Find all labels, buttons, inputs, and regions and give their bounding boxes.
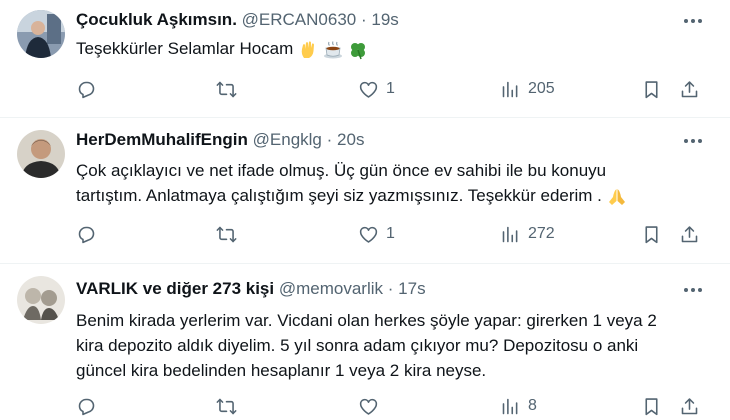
tweet-line: güncel kira bedelinden hesaplanır 1 veya…	[76, 361, 487, 380]
tweet-header: HerDemMuhalifEngin @Engklg · 20s	[76, 130, 364, 150]
heart-icon	[359, 226, 378, 243]
timestamp[interactable]: 17s	[398, 279, 425, 298]
separator: ·	[326, 130, 333, 149]
views-button[interactable]: 205	[500, 77, 555, 101]
heart-icon	[359, 81, 378, 98]
heart-icon	[359, 398, 378, 415]
like-button[interactable]: 1	[358, 77, 395, 101]
retweet-icon	[216, 81, 237, 97]
retweet-button[interactable]	[216, 222, 244, 246]
tweet-line: Benim kirada yerlerim var. Vicdani olan …	[76, 311, 657, 330]
bookmark-icon	[645, 80, 658, 98]
view-count: 8	[528, 397, 537, 414]
avatar[interactable]	[17, 10, 65, 58]
more-options-icon[interactable]	[682, 11, 704, 31]
tweet-actions: 1 205	[66, 77, 716, 101]
bookmark-icon	[645, 225, 658, 243]
reply-icon	[78, 398, 95, 415]
avatar[interactable]	[17, 276, 65, 324]
analytics-icon	[502, 226, 518, 242]
more-options-icon[interactable]	[682, 131, 704, 151]
views-button[interactable]: 272	[500, 222, 555, 246]
tweet-line: Teşekkürler Selamlar Hocam	[76, 39, 294, 58]
display-name[interactable]: Çocukluk Aşkımsın.	[76, 10, 237, 29]
separator: ·	[360, 10, 367, 29]
tweet[interactable]: HerDemMuhalifEngin @Engklg · 20s Çok açı…	[0, 118, 730, 264]
share-button[interactable]	[679, 77, 700, 101]
separator: ·	[387, 279, 394, 298]
tweet-text: Benim kirada yerlerim var. Vicdani olan …	[76, 308, 657, 383]
user-handle[interactable]: @Engklg	[253, 130, 322, 149]
folded-hands-icon	[608, 188, 625, 205]
more-options-icon[interactable]	[682, 280, 704, 300]
analytics-icon	[502, 81, 518, 97]
views-button[interactable]: 8	[500, 394, 537, 418]
reply-icon	[78, 226, 95, 243]
tweet-actions: 8	[66, 394, 716, 418]
avatar[interactable]	[17, 130, 65, 178]
retweet-button[interactable]	[216, 394, 244, 418]
reply-icon	[78, 81, 95, 98]
like-count: 1	[386, 80, 395, 97]
four-leaf-clover-icon	[350, 42, 365, 59]
bookmark-icon	[645, 397, 658, 415]
display-name[interactable]: VARLIK ve diğer 273 kişi	[76, 279, 274, 298]
tweet[interactable]: Çocukluk Aşkımsın. @ERCAN0630 · 19s Teşe…	[0, 0, 730, 118]
tweet-header: Çocukluk Aşkımsın. @ERCAN0630 · 19s	[76, 10, 399, 30]
share-icon	[681, 225, 698, 242]
timestamp[interactable]: 20s	[337, 130, 364, 149]
like-count: 1	[386, 225, 395, 242]
reply-button[interactable]	[76, 222, 104, 246]
like-button[interactable]: 1	[358, 222, 395, 246]
bookmark-button[interactable]	[641, 77, 662, 101]
bookmark-button[interactable]	[641, 222, 662, 246]
tweet-line: tartıştım. Anlatmaya çalıştığım şeyi siz…	[76, 186, 602, 205]
timestamp[interactable]: 19s	[371, 10, 398, 29]
retweet-button[interactable]	[216, 77, 244, 101]
share-button[interactable]	[679, 394, 700, 418]
tweet-actions: 1 272	[66, 222, 716, 246]
user-handle[interactable]: @memovarlik	[279, 279, 383, 298]
analytics-icon	[502, 398, 518, 414]
retweet-icon	[216, 226, 237, 242]
retweet-icon	[216, 398, 237, 414]
display-name[interactable]: HerDemMuhalifEngin	[76, 130, 248, 149]
reply-button[interactable]	[76, 77, 104, 101]
view-count: 205	[528, 80, 555, 97]
like-button[interactable]	[358, 394, 386, 418]
view-count: 272	[528, 225, 555, 242]
tweet-line: Çok açıklayıcı ve net ifade olmuş. Üç gü…	[76, 161, 607, 180]
tweet-line: kira depozito aldık diyelim. 5 yıl sonra…	[76, 336, 639, 355]
timeline-feed: Çocukluk Aşkımsın. @ERCAN0630 · 19s Teşe…	[0, 0, 730, 420]
tweet[interactable]: VARLIK ve diğer 273 kişi @memovarlik · 1…	[0, 264, 730, 420]
share-button[interactable]	[679, 222, 700, 246]
user-handle[interactable]: @ERCAN0630	[242, 10, 357, 29]
tweet-header: VARLIK ve diğer 273 kişi @memovarlik · 1…	[76, 279, 426, 299]
waving-hand-icon	[301, 40, 315, 58]
tweet-text: Teşekkürler Selamlar Hocam	[76, 36, 368, 61]
tweet-text: Çok açıklayıcı ve net ifade olmuş. Üç gü…	[76, 158, 627, 208]
share-icon	[681, 80, 698, 97]
share-icon	[681, 397, 698, 414]
hot-beverage-icon	[323, 40, 342, 59]
bookmark-button[interactable]	[641, 394, 662, 418]
reply-button[interactable]	[76, 394, 104, 418]
